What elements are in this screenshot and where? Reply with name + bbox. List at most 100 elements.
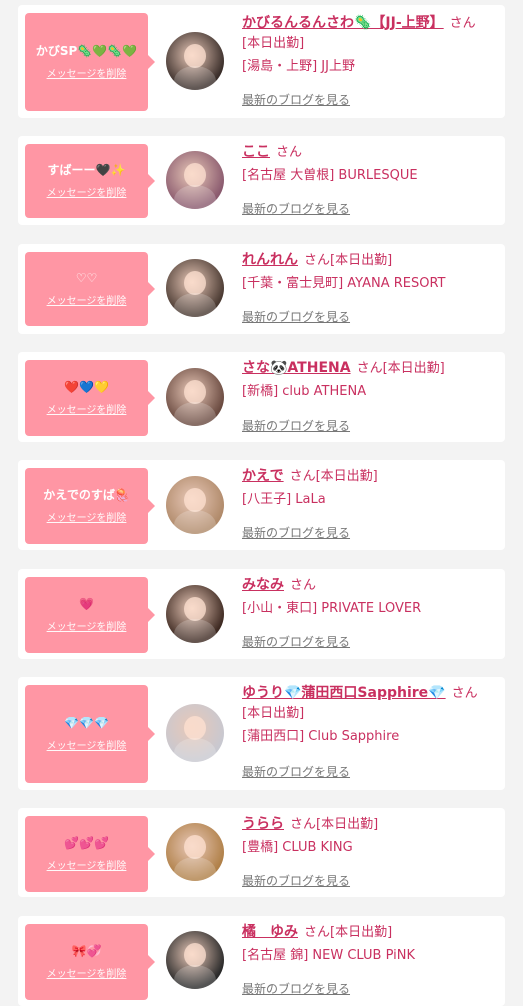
favorite-card: かびSP🦠💚🦠💚 メッセージを削除 かびるんるんさわ🦠【JJ-上野】 さん [本日出勤]… <box>18 5 505 118</box>
status-label: [本日出勤] <box>242 706 305 721</box>
cast-name-link[interactable]: 橘 ゆみ <box>242 924 298 940</box>
message-text: すばーー🖤✨ <box>47 163 126 177</box>
shop-label: [小山・東口] PRIVATE LOVER <box>242 601 422 616</box>
delete-message-link[interactable]: メッセージを削除 <box>47 65 127 80</box>
status-label: [本日出勤] <box>382 361 445 376</box>
honorific: さん <box>356 361 383 376</box>
honorific: さん <box>449 16 476 31</box>
status-label: [本日出勤] <box>315 469 378 484</box>
status-label: [本日出勤] <box>316 817 379 832</box>
name-line: うらら さん[本日出勤] <box>242 814 495 835</box>
honorific: さん <box>304 253 331 268</box>
favorite-card: 🎀💞 メッセージを削除 橘 ゆみ さん[本日出勤] [名古屋 錦] NEW CLUB P… <box>18 916 505 1006</box>
avatar[interactable] <box>166 259 224 317</box>
name-line: みなみ さん <box>242 575 495 596</box>
delete-message-link[interactable]: メッセージを削除 <box>47 737 127 752</box>
cast-info: うらら さん[本日出勤] [豊橋] CLUB KING <box>242 814 495 858</box>
message-bubble: かびSP🦠💚🦠💚 メッセージを削除 <box>25 13 155 111</box>
cast-name-link[interactable]: さな🐼ATHENA <box>242 360 351 376</box>
cast-info: ゆうり💎蒲田西口Sapphire💎 さん [本日出勤] [蒲田西口] Club Sap… <box>242 683 495 747</box>
latest-blog-link[interactable]: 最新のブログを見る <box>242 633 350 650</box>
message-bubble: 💎💎💎 メッセージを削除 <box>25 685 155 783</box>
name-line: かえで さん[本日出勤] <box>242 466 495 487</box>
avatar[interactable] <box>166 32 224 90</box>
avatar[interactable] <box>166 931 224 989</box>
latest-blog-link[interactable]: 最新のブログを見る <box>242 872 350 889</box>
shop-label: [湯島・上野] JJ上野 <box>242 59 355 74</box>
avatar[interactable] <box>166 476 224 534</box>
message-text: かえでのすば🪼 <box>43 488 130 502</box>
latest-blog-link[interactable]: 最新のブログを見る <box>242 763 350 780</box>
favorite-card: ❤️💙💛 メッセージを削除 さな🐼ATHENA さん[本日出勤] [新橋] club A… <box>18 352 505 442</box>
message-text: ❤️💙💛 <box>64 380 109 394</box>
favorite-cast-list: かびSP🦠💚🦠💚 メッセージを削除 かびるんるんさわ🦠【JJ-上野】 さん [本日出勤]… <box>0 0 523 1006</box>
cast-name-link[interactable]: かびるんるんさわ🦠【JJ-上野】 <box>242 15 444 31</box>
message-bubble: かえでのすば🪼 メッセージを削除 <box>25 468 155 544</box>
message-bubble: 🎀💞 メッセージを削除 <box>25 924 155 1000</box>
cast-name-link[interactable]: かえで <box>242 468 284 484</box>
cast-info: かえで さん[本日出勤] [八王子] LaLa <box>242 466 495 510</box>
message-bubble: 💗 メッセージを削除 <box>25 577 155 653</box>
avatar[interactable] <box>166 823 224 881</box>
favorite-card: すばーー🖤✨ メッセージを削除 ここ さん [名古屋 大曽根] BURLESQUE 最新の… <box>18 136 505 225</box>
delete-message-link[interactable]: メッセージを削除 <box>47 292 127 307</box>
latest-blog-link[interactable]: 最新のブログを見る <box>242 524 350 541</box>
message-bubble: ♡♡ メッセージを削除 <box>25 252 155 326</box>
message-text: ♡♡ <box>75 271 98 285</box>
avatar[interactable] <box>166 704 224 762</box>
message-bubble: ❤️💙💛 メッセージを削除 <box>25 360 155 436</box>
message-bubble: 💕💕💕 メッセージを削除 <box>25 816 155 892</box>
name-line: さな🐼ATHENA さん[本日出勤] <box>242 358 495 379</box>
avatar[interactable] <box>166 585 224 643</box>
honorific: さん <box>451 686 478 701</box>
shop-label: [名古屋 大曽根] BURLESQUE <box>242 168 418 183</box>
status-label: [本日出勤] <box>330 253 393 268</box>
honorific: さん <box>304 925 331 940</box>
honorific: さん <box>290 578 317 593</box>
cast-name-link[interactable]: ゆうり💎蒲田西口Sapphire💎 <box>242 685 446 701</box>
honorific: さん <box>289 469 316 484</box>
status-label: [本日出勤] <box>330 925 393 940</box>
shop-label: [名古屋 錦] NEW CLUB PiNK <box>242 948 415 963</box>
avatar[interactable] <box>166 368 224 426</box>
shop-label: [蒲田西口] Club Sapphire <box>242 729 400 744</box>
name-line: れんれん さん[本日出勤] <box>242 250 495 271</box>
message-text: 💕💕💕 <box>64 836 109 850</box>
cast-info: かびるんるんさわ🦠【JJ-上野】 さん [本日出勤] [湯島・上野] JJ上野 <box>242 13 495 77</box>
cast-name-link[interactable]: ここ <box>242 144 270 160</box>
delete-message-link[interactable]: メッセージを削除 <box>47 618 127 633</box>
delete-message-link[interactable]: メッセージを削除 <box>47 857 127 872</box>
honorific: さん <box>290 817 317 832</box>
delete-message-link[interactable]: メッセージを削除 <box>47 401 127 416</box>
cast-info: 橘 ゆみ さん[本日出勤] [名古屋 錦] NEW CLUB PiNK <box>242 922 495 966</box>
cast-name-link[interactable]: みなみ <box>242 577 284 593</box>
cast-info: さな🐼ATHENA さん[本日出勤] [新橋] club ATHENA <box>242 358 495 402</box>
delete-message-link[interactable]: メッセージを削除 <box>47 509 127 524</box>
cast-name-link[interactable]: れんれん <box>242 252 298 268</box>
message-text: 💎💎💎 <box>64 716 109 730</box>
latest-blog-link[interactable]: 最新のブログを見る <box>242 91 350 108</box>
delete-message-link[interactable]: メッセージを削除 <box>47 965 127 980</box>
avatar[interactable] <box>166 151 224 209</box>
favorite-card: 💗 メッセージを削除 みなみ さん [小山・東口] PRIVATE LOVER 最新のブロ… <box>18 569 505 659</box>
latest-blog-link[interactable]: 最新のブログを見る <box>242 417 350 434</box>
name-line: かびるんるんさわ🦠【JJ-上野】 さん <box>242 13 495 34</box>
latest-blog-link[interactable]: 最新のブログを見る <box>242 308 350 325</box>
favorite-card: 💕💕💕 メッセージを削除 うらら さん[本日出勤] [豊橋] CLUB KING 最新のブ… <box>18 808 505 897</box>
cast-info: ここ さん [名古屋 大曽根] BURLESQUE <box>242 142 495 186</box>
honorific: さん <box>276 145 303 160</box>
name-line: 橘 ゆみ さん[本日出勤] <box>242 922 495 943</box>
message-text: かびSP🦠💚🦠💚 <box>35 44 138 58</box>
cast-info: れんれん さん[本日出勤] [千葉・富士見町] AYANA RESORT <box>242 250 495 294</box>
shop-label: [豊橋] CLUB KING <box>242 840 353 855</box>
delete-message-link[interactable]: メッセージを削除 <box>47 184 127 199</box>
latest-blog-link[interactable]: 最新のブログを見る <box>242 980 350 997</box>
favorite-card: かえでのすば🪼 メッセージを削除 かえで さん[本日出勤] [八王子] LaLa 最新のブ… <box>18 460 505 550</box>
favorite-card: 💎💎💎 メッセージを削除 ゆうり💎蒲田西口Sapphire💎 さん [本日出勤] [蒲田西… <box>18 677 505 790</box>
cast-name-link[interactable]: うらら <box>242 816 284 832</box>
status-line: [本日出勤] <box>242 704 495 724</box>
message-bubble: すばーー🖤✨ メッセージを削除 <box>25 144 155 218</box>
status-label: [本日出勤] <box>242 36 305 51</box>
status-line: [本日出勤] <box>242 34 495 54</box>
latest-blog-link[interactable]: 最新のブログを見る <box>242 200 350 217</box>
